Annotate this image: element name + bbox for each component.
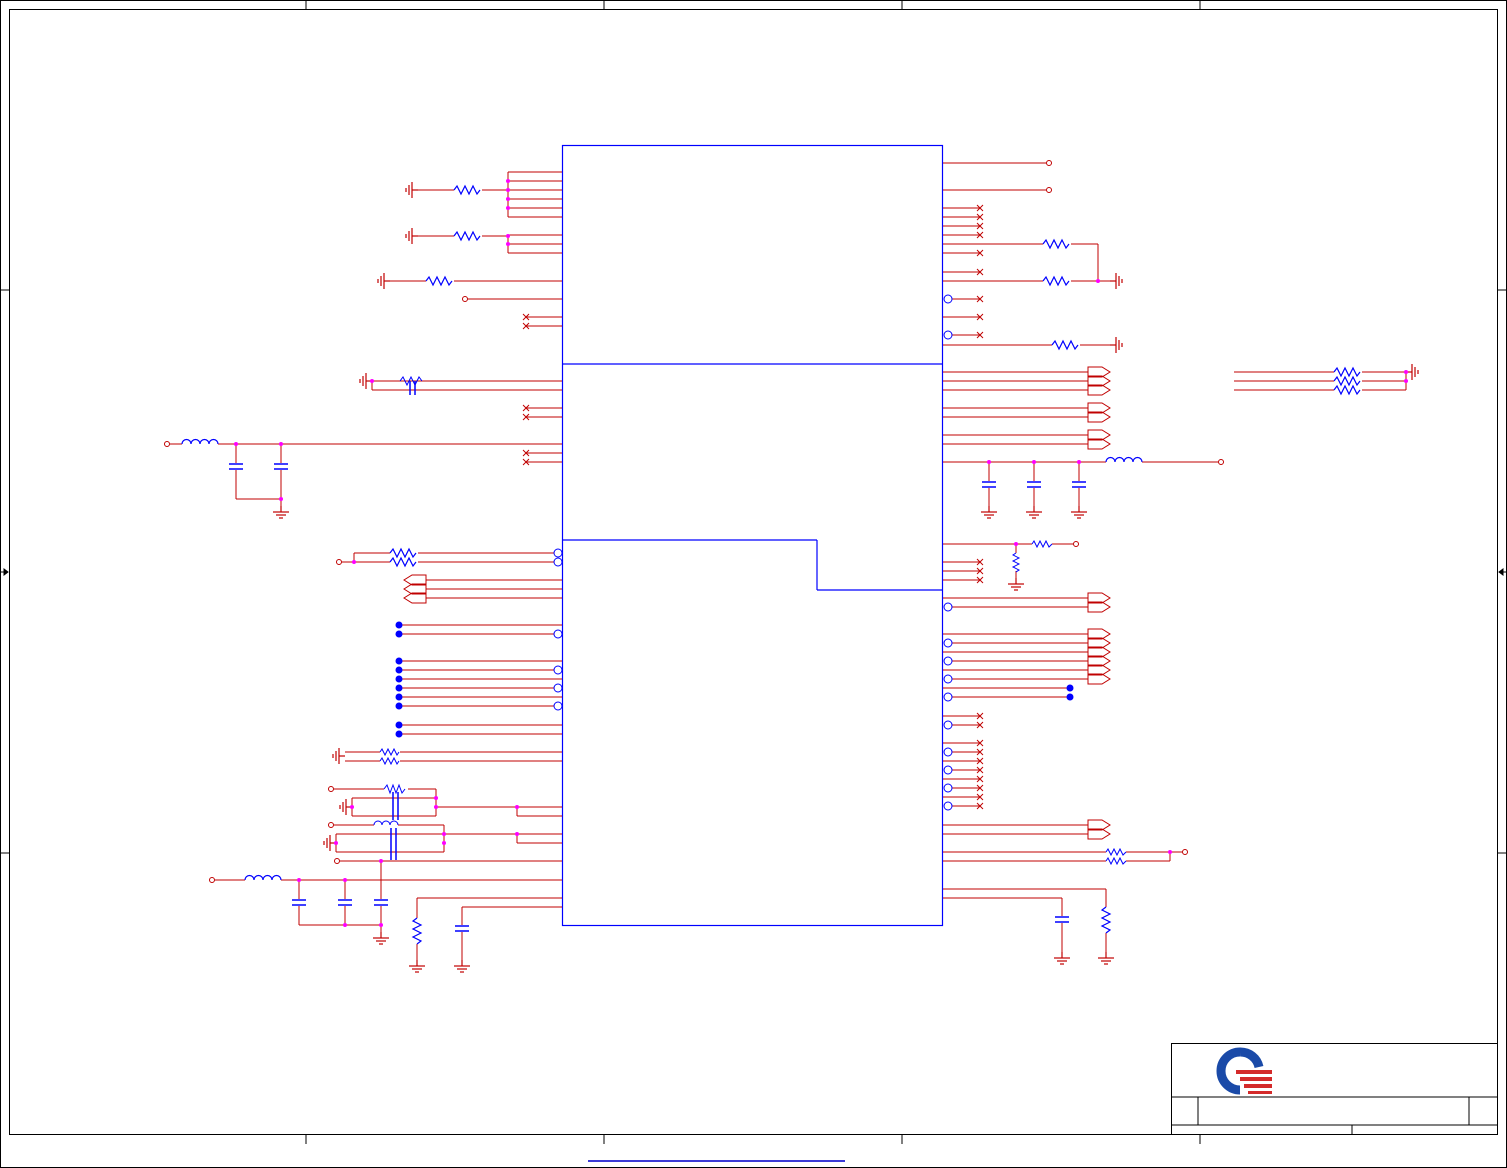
resistor: [1333, 385, 1361, 395]
offpage-connector: [1046, 187, 1052, 193]
offpage-connector: [1218, 459, 1224, 465]
crystal-circuit: [170, 380, 562, 506]
offpage-connector: [336, 559, 342, 565]
capacitor: [1071, 481, 1087, 488]
footer-link-underline[interactable]: [588, 1160, 845, 1162]
right-lower-wires: [943, 543, 1182, 952]
schematic-sheet: [0, 0, 1507, 1168]
offpage-connector: [328, 822, 334, 828]
right-mid-wires: [943, 371, 1407, 506]
ground-symbol: [372, 931, 390, 945]
offpage-connector: [334, 858, 340, 864]
junction: [1014, 542, 1018, 546]
inductor: [244, 874, 282, 881]
zone-arrow-right: [1498, 568, 1506, 576]
resistor: [389, 557, 417, 567]
bidir-buffer-right: [1087, 366, 1111, 450]
capacitor: [1026, 481, 1042, 488]
ground-symbol: [272, 505, 290, 519]
resistor: [1333, 376, 1361, 386]
inversion-bubble: [943, 294, 953, 304]
zone-arrow-left: [1, 568, 9, 576]
ground-symbol: [1025, 505, 1043, 519]
capacitor: [337, 899, 353, 906]
resistor: [1101, 906, 1111, 934]
resistor: [1011, 552, 1021, 573]
resistor: [383, 783, 406, 795]
ground-symbol: [405, 181, 419, 199]
ground-symbol: [408, 959, 426, 973]
offpage-connector: [1046, 160, 1052, 166]
resistor: [379, 756, 400, 766]
resistor: [425, 276, 453, 286]
resistor: [1051, 340, 1079, 350]
offpage-connector: [462, 296, 468, 302]
crystal: [390, 792, 399, 860]
inversion-bubbles: [553, 548, 563, 711]
sheet-border: [0, 0, 1507, 1168]
main-ic: [561, 144, 944, 927]
quanta-logo: [1216, 1047, 1272, 1095]
ground-symbol: [332, 747, 346, 765]
capacitor: [228, 463, 244, 470]
resistor: [1105, 856, 1127, 866]
capacitor: [273, 463, 289, 470]
offpage-connector: [1073, 541, 1079, 547]
ground-symbol: [453, 959, 471, 973]
resistor: [453, 231, 481, 241]
capacitor: [1054, 916, 1070, 923]
inversion-bubble: [943, 330, 953, 340]
ground-symbol: [405, 227, 419, 245]
right-top-wires: [943, 162, 1110, 346]
inductor: [181, 438, 219, 445]
ground-symbol: [1070, 505, 1088, 519]
ground-symbol: [377, 272, 391, 290]
inductor: [373, 820, 399, 826]
junction: [1096, 279, 1100, 283]
junctions: [297, 560, 519, 927]
ground-symbol: [1109, 272, 1123, 290]
bidir-buffer-left: [403, 574, 427, 604]
offpage-connector: [164, 441, 170, 447]
ground-symbol: [1053, 951, 1071, 965]
resistor: [453, 185, 481, 195]
offpage-connector: [1182, 849, 1188, 855]
capacitor: [291, 899, 307, 906]
ground-symbol: [1007, 577, 1025, 591]
capacitor: [454, 925, 470, 932]
title-block: [1171, 1043, 1498, 1135]
test-point: [1066, 693, 1074, 701]
junctions: [234, 379, 374, 501]
left-lower-wires: [215, 552, 562, 960]
crystal: [409, 381, 416, 395]
resistor: [389, 548, 417, 558]
resistor: [412, 917, 422, 945]
offpage-connector: [209, 877, 215, 883]
test-point: [1066, 684, 1074, 692]
ground-symbol: [1109, 336, 1123, 354]
resistor: [1333, 367, 1361, 377]
resistor: [1042, 276, 1070, 286]
resistor: [1105, 847, 1127, 857]
resistor: [379, 747, 400, 757]
capacitor: [373, 899, 389, 906]
ground-symbol: [980, 505, 998, 519]
left-top-wires: [390, 171, 562, 327]
test-points-left: [395, 621, 403, 738]
junction: [1168, 850, 1172, 854]
capacitor: [981, 481, 997, 488]
bidir-buffer-right-lower: [1087, 592, 1111, 840]
resistor: [1031, 539, 1053, 549]
inductor: [1105, 456, 1143, 463]
ground-symbol: [1097, 951, 1115, 965]
resistor: [1042, 239, 1070, 249]
offpage-connector: [328, 786, 334, 792]
